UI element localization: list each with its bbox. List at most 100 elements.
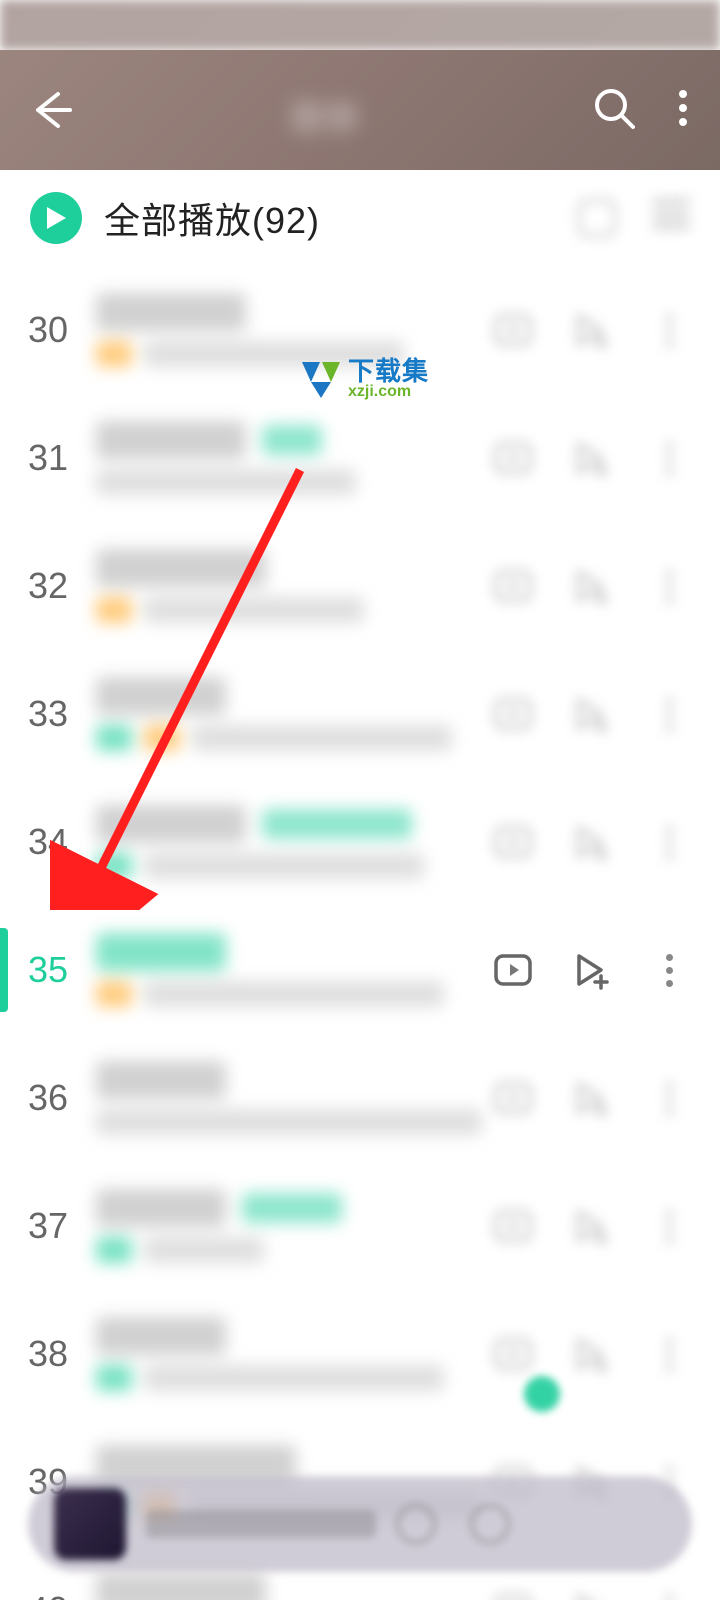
song-meta [96, 1061, 482, 1135]
song-badge [96, 341, 132, 367]
song-row[interactable]: 35 [0, 906, 720, 1034]
mv-icon[interactable] [492, 1589, 534, 1600]
song-index: 36 [0, 1077, 96, 1119]
add-to-queue-icon[interactable] [570, 821, 612, 863]
mini-player-title [146, 1510, 376, 1538]
mv-icon[interactable] [492, 693, 534, 735]
back-arrow-icon [30, 88, 74, 132]
song-title [96, 549, 266, 587]
status-bar [0, 0, 720, 50]
search-button[interactable] [590, 84, 638, 137]
song-meta [96, 549, 482, 623]
song-more-icon[interactable] [648, 693, 690, 735]
playall-right-icons [578, 199, 690, 237]
song-subtitle [144, 981, 444, 1007]
mini-player-cover[interactable] [54, 1488, 126, 1560]
mv-icon[interactable] [492, 309, 534, 351]
song-index: 40 [0, 1589, 96, 1600]
back-button[interactable] [30, 88, 90, 132]
mini-queue-icon[interactable] [470, 1504, 510, 1544]
song-row[interactable]: 31 [0, 394, 720, 522]
song-index: 33 [0, 693, 96, 735]
play-all-button[interactable] [30, 192, 82, 244]
song-subtitle [144, 1365, 444, 1391]
song-index: 38 [0, 1333, 96, 1375]
add-to-queue-icon[interactable] [570, 309, 612, 351]
song-meta [96, 805, 482, 879]
song-actions [492, 309, 690, 351]
download-icon[interactable] [578, 199, 616, 237]
song-badge [144, 725, 180, 751]
play-icon [44, 205, 68, 231]
add-to-queue-icon[interactable] [570, 565, 612, 607]
song-actions [492, 1077, 690, 1119]
song-more-icon[interactable] [648, 565, 690, 607]
song-subtitle [96, 1109, 482, 1135]
add-to-queue-icon[interactable] [570, 1205, 612, 1247]
mv-icon[interactable] [492, 1077, 534, 1119]
song-actions [492, 437, 690, 479]
song-more-icon[interactable] [648, 1333, 690, 1375]
song-more-icon[interactable] [648, 949, 690, 991]
song-meta [96, 1317, 482, 1391]
mini-play-icon[interactable] [396, 1504, 436, 1544]
mini-player[interactable] [28, 1476, 692, 1572]
song-badge [96, 597, 132, 623]
song-subtitle [96, 469, 356, 495]
song-title [96, 805, 246, 843]
add-to-queue-icon[interactable] [570, 1333, 612, 1375]
app-bar: 歌单 [0, 50, 720, 170]
song-subtitle [144, 341, 404, 367]
mv-icon[interactable] [492, 437, 534, 479]
add-to-queue-icon[interactable] [570, 949, 612, 991]
song-meta [96, 1189, 482, 1263]
song-tag [262, 425, 322, 455]
song-index: 32 [0, 565, 96, 607]
song-more-icon[interactable] [648, 821, 690, 863]
song-badge [96, 1365, 132, 1391]
song-actions [492, 821, 690, 863]
song-title [96, 1317, 226, 1355]
add-to-queue-icon[interactable] [570, 693, 612, 735]
song-title [96, 421, 246, 459]
song-actions [492, 693, 690, 735]
mini-player-controls [396, 1504, 510, 1544]
more-button[interactable] [676, 84, 690, 137]
song-index: 37 [0, 1205, 96, 1247]
song-index: 31 [0, 437, 96, 479]
song-title [96, 293, 246, 331]
multiselect-icon[interactable] [652, 199, 690, 229]
song-more-icon[interactable] [648, 437, 690, 479]
song-index: 30 [0, 309, 96, 351]
song-row[interactable]: 36 [0, 1034, 720, 1162]
song-more-icon[interactable] [648, 1589, 690, 1600]
song-more-icon[interactable] [648, 309, 690, 351]
mv-icon[interactable] [492, 821, 534, 863]
mv-icon[interactable] [492, 949, 534, 991]
song-tag [262, 809, 412, 839]
song-index: 35 [0, 949, 96, 991]
song-row[interactable]: 32 [0, 522, 720, 650]
mv-icon[interactable] [492, 1205, 534, 1247]
song-title [96, 1573, 266, 1600]
song-row[interactable]: 38 [0, 1290, 720, 1418]
add-to-queue-icon[interactable] [570, 437, 612, 479]
song-meta [96, 1573, 482, 1600]
play-all-bar: 全部播放(92) [0, 170, 720, 266]
song-row[interactable]: 30 [0, 266, 720, 394]
song-row[interactable]: 37 [0, 1162, 720, 1290]
floating-indicator [524, 1376, 560, 1412]
song-meta [96, 933, 482, 1007]
play-all-label[interactable]: 全部播放(92) [104, 192, 320, 244]
add-to-queue-icon[interactable] [570, 1589, 612, 1600]
song-more-icon[interactable] [648, 1077, 690, 1119]
song-subtitle [144, 853, 424, 879]
song-index: 34 [0, 821, 96, 863]
add-to-queue-icon[interactable] [570, 1077, 612, 1119]
song-row[interactable]: 33 [0, 650, 720, 778]
song-more-icon[interactable] [648, 1205, 690, 1247]
mv-icon[interactable] [492, 1333, 534, 1375]
song-row[interactable]: 34 [0, 778, 720, 906]
mv-icon[interactable] [492, 565, 534, 607]
song-badge [96, 981, 132, 1007]
